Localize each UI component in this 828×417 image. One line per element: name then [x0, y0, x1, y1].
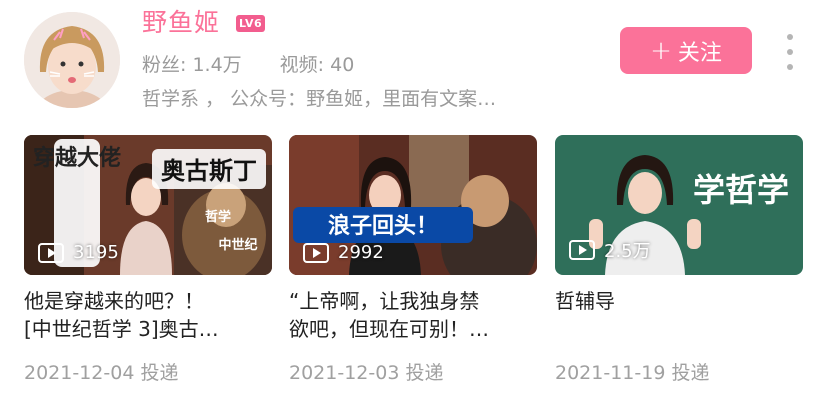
username[interactable]: 野鱼姬 — [142, 7, 220, 39]
profile-bio: 哲学系 ， 公众号：野鱼姬，里面有文案… — [142, 88, 497, 110]
video-title-line: [中世纪哲学 3]奥古… — [24, 317, 219, 341]
avatar[interactable] — [24, 12, 120, 108]
play-count-value: 2992 — [338, 242, 384, 263]
thumb-text: 学哲学 — [693, 171, 789, 209]
play-count-icon — [38, 242, 64, 263]
play-count: 2992 — [303, 242, 384, 263]
thumb-text: 哲学 — [205, 209, 231, 225]
video-thumbnail[interactable]: 浪子回头！ 2992 — [289, 135, 537, 275]
thumb-text: 中世纪 — [218, 237, 257, 253]
video-card[interactable]: 浪子回头！ 2992 “上帝啊，让我独身禁 欲吧，但现在可别！… 2021-12… — [289, 135, 537, 385]
video-date: 2021-12-04 投递 — [24, 362, 179, 384]
more-vertical-icon[interactable] — [780, 34, 800, 70]
video-date: 2021-11-19 投递 — [555, 362, 710, 384]
video-card[interactable]: 穿越大佬 奥古斯丁 哲学 中世纪 3195 他是穿越来的吧？！ [中世纪哲学 3… — [24, 135, 272, 385]
thumb-text: 浪子回头！ — [328, 213, 438, 239]
video-title-line: 他是穿越来的吧？！ — [24, 289, 204, 313]
video-title-line: 哲辅导 — [555, 289, 615, 313]
video-title[interactable]: 他是穿越来的吧？！ [中世纪哲学 3]奥古… — [24, 287, 270, 343]
follow-label: 关注 — [677, 40, 722, 66]
follow-button[interactable]: + 关注 — [620, 27, 752, 74]
thumb-text: 奥古斯丁 — [161, 157, 257, 185]
play-count: 2.5万 — [569, 237, 651, 263]
video-title-line: “上帝啊，让我独身禁 — [289, 289, 480, 313]
video-title-line: 欲吧，但现在可别！… — [289, 317, 489, 341]
play-count-value: 2.5万 — [604, 241, 651, 262]
avatar-image — [24, 12, 120, 108]
play-count-icon — [303, 242, 329, 263]
videos-count: 视频: 40 — [279, 54, 355, 76]
play-count-value: 3195 — [73, 242, 119, 263]
video-title[interactable]: “上帝啊，让我独身禁 欲吧，但现在可别！… — [289, 287, 535, 343]
video-title[interactable]: 哲辅导 — [555, 287, 801, 343]
video-card[interactable]: 学哲学 2.5万 哲辅导 2021-11-19 投递 — [555, 135, 803, 385]
play-count-icon — [569, 240, 595, 260]
video-date: 2021-12-03 投递 — [289, 362, 444, 384]
level-badge: LV6 — [236, 15, 266, 32]
fans-count: 粉丝: 1.4万 — [142, 54, 242, 76]
video-thumbnail[interactable]: 穿越大佬 奥古斯丁 哲学 中世纪 3195 — [24, 135, 272, 275]
play-count: 3195 — [38, 242, 119, 263]
plus-icon: + — [650, 35, 672, 66]
video-thumbnail[interactable]: 学哲学 2.5万 — [555, 135, 803, 275]
profile-stats: 粉丝: 1.4万 视频: 40 — [142, 52, 354, 78]
thumb-text: 穿越大佬 — [33, 145, 121, 171]
